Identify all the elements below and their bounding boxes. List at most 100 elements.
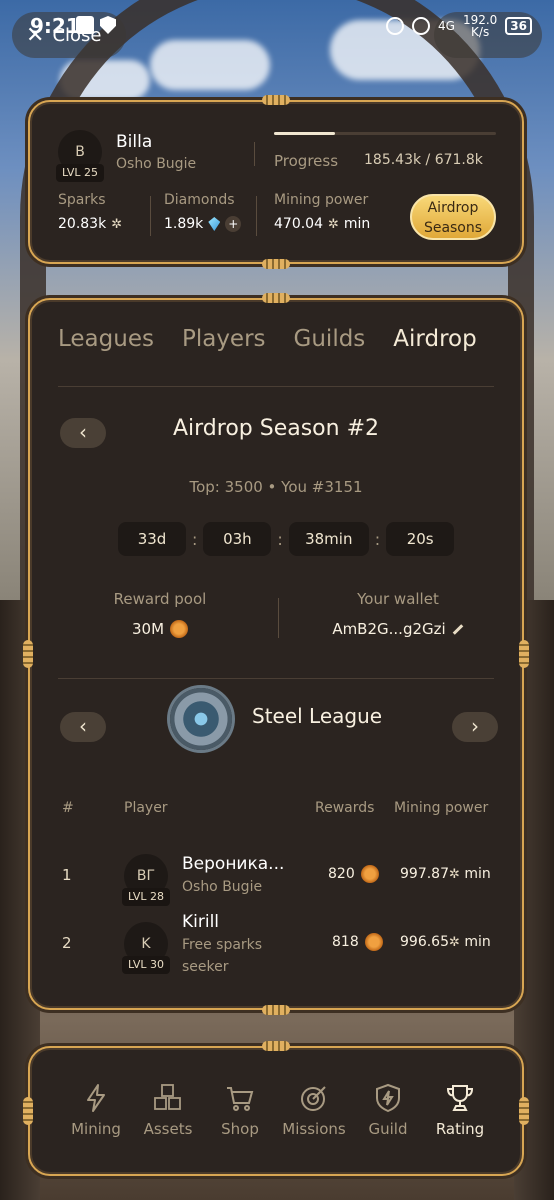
- chain-decoration: [262, 1041, 290, 1051]
- divider: [150, 196, 151, 236]
- nav-guild[interactable]: Guild: [352, 1082, 424, 1138]
- mining-power-amount: 996.65: [400, 934, 449, 950]
- user-guild: Osho Bugie: [116, 156, 197, 172]
- nav-label: Assets: [143, 1120, 193, 1138]
- divider: [254, 142, 255, 166]
- spark-icon: ✲: [111, 216, 123, 232]
- prev-league-button[interactable]: ‹: [60, 712, 106, 742]
- rating-tabs: Leagues Players Guilds Airdrop: [58, 326, 477, 352]
- row-rank: 1: [62, 866, 72, 884]
- status-right: 4G 192.0 K/s 36: [386, 14, 532, 38]
- chain-decoration: [23, 640, 33, 668]
- chain-decoration: [519, 640, 529, 668]
- chevron-right-icon: ›: [471, 714, 479, 738]
- divider: [58, 386, 494, 387]
- progress-value: 185.43k / 671.8k: [364, 152, 483, 168]
- season-title: Airdrop Season #2: [172, 416, 380, 441]
- row-mining-power: 997.87✲ min: [400, 866, 491, 882]
- level-badge: LVL 30: [122, 956, 170, 974]
- nav-label: Rating: [435, 1120, 485, 1138]
- timer-minutes: 38min: [288, 522, 369, 556]
- airdrop-seasons-button[interactable]: Airdrop Seasons: [410, 194, 496, 240]
- status-time: 9:21: [30, 14, 80, 38]
- chain-decoration: [519, 1097, 529, 1125]
- nav-rating[interactable]: Rating: [424, 1082, 496, 1138]
- profile-panel: B LVL 25 Billa Osho Bugie Progress 185.4…: [28, 95, 524, 269]
- mining-power-amount: 470.04: [274, 216, 323, 232]
- column-header-rank: #: [62, 800, 74, 816]
- timer-separator: :: [277, 529, 283, 549]
- mining-power-unit: min: [464, 866, 491, 882]
- column-header-mining-power: Mining power: [394, 800, 489, 816]
- mining-power-value: 470.04 ✲ min: [274, 216, 370, 232]
- tab-players[interactable]: Players: [182, 326, 266, 352]
- lightning-icon: [87, 1084, 105, 1112]
- chain-decoration: [262, 1005, 290, 1015]
- reward-pool-label: Reward pool: [113, 590, 207, 608]
- nav-missions[interactable]: Missions: [278, 1082, 350, 1138]
- trophy-icon: [446, 1085, 474, 1111]
- league-name: Steel League: [252, 704, 383, 728]
- timer-separator: :: [192, 529, 198, 549]
- level-badge: LVL 28: [122, 888, 170, 906]
- airdrop-button-line2: Seasons: [423, 220, 483, 236]
- spark-icon: ✲: [328, 216, 339, 232]
- next-league-button[interactable]: ›: [452, 712, 498, 742]
- edit-icon[interactable]: [452, 623, 463, 635]
- mining-power-label: Mining power: [274, 192, 369, 208]
- level-badge: LVL 25: [56, 164, 104, 182]
- player-name: Kirill: [182, 912, 220, 932]
- spark-icon: ✲: [449, 867, 460, 882]
- bottom-nav: Mining Assets Shop Missions Guild Rating: [23, 1041, 529, 1176]
- chain-decoration: [262, 293, 290, 303]
- divider: [278, 598, 279, 638]
- diamonds-amount: 1.89k: [164, 216, 204, 232]
- column-header-rewards: Rewards: [315, 800, 375, 816]
- nav-label: Missions: [282, 1120, 346, 1138]
- progress-bar: [274, 132, 496, 135]
- diamonds-value: 1.89k +: [164, 216, 242, 232]
- alarm-icon: [386, 17, 404, 35]
- mining-power-unit: min: [464, 934, 491, 950]
- tab-guilds[interactable]: Guilds: [294, 326, 366, 352]
- progress-label: Progress: [274, 152, 339, 170]
- add-diamonds-button[interactable]: +: [225, 216, 242, 232]
- tab-airdrop[interactable]: Airdrop: [393, 326, 476, 352]
- user-name: Billa: [116, 132, 153, 152]
- diamond-icon: [208, 217, 221, 231]
- nav-assets[interactable]: Assets: [132, 1082, 204, 1138]
- target-icon: [301, 1086, 326, 1111]
- nav-mining[interactable]: Mining: [60, 1082, 132, 1138]
- rating-panel: Leagues Players Guilds Airdrop ‹ Airdrop…: [23, 293, 529, 1015]
- tab-leagues[interactable]: Leagues: [58, 326, 154, 352]
- divider: [58, 678, 494, 679]
- chain-decoration: [262, 259, 290, 269]
- chain-decoration: [23, 1097, 33, 1125]
- progress-fill: [274, 132, 336, 135]
- spark-icon: ✲: [449, 935, 460, 950]
- nav-label: Shop: [221, 1120, 259, 1138]
- shield-status-icon: [100, 16, 116, 34]
- wallet-value[interactable]: AmB2G...g2Gzi: [298, 620, 498, 638]
- row-reward: 818: [332, 933, 383, 951]
- chain-decoration: [262, 95, 290, 105]
- coin-icon: [170, 620, 189, 638]
- location-icon: [412, 17, 430, 35]
- league-emblem-icon: [170, 688, 232, 750]
- network-type: 4G: [438, 19, 455, 33]
- nav-label: Mining: [71, 1120, 121, 1138]
- nav-shop[interactable]: Shop: [204, 1082, 276, 1138]
- season-timer: 33d : 03h : 38min : 20s: [118, 522, 455, 556]
- row-rank: 2: [62, 934, 72, 952]
- timer-separator: :: [374, 529, 381, 549]
- cart-icon: [227, 1087, 254, 1111]
- wallet-address: AmB2G...g2Gzi: [332, 620, 446, 638]
- timer-seconds: 20s: [386, 522, 455, 556]
- season-rank-info: Top: 3500 • You #3151: [189, 478, 363, 496]
- coin-icon: [360, 865, 379, 883]
- player-name: Вероника...: [182, 854, 285, 874]
- sparks-amount: 20.83k: [58, 216, 107, 232]
- status-icons: [76, 16, 116, 34]
- sparks-value: 20.83k ✲: [58, 216, 122, 232]
- wallet-label: Your wallet: [357, 590, 439, 608]
